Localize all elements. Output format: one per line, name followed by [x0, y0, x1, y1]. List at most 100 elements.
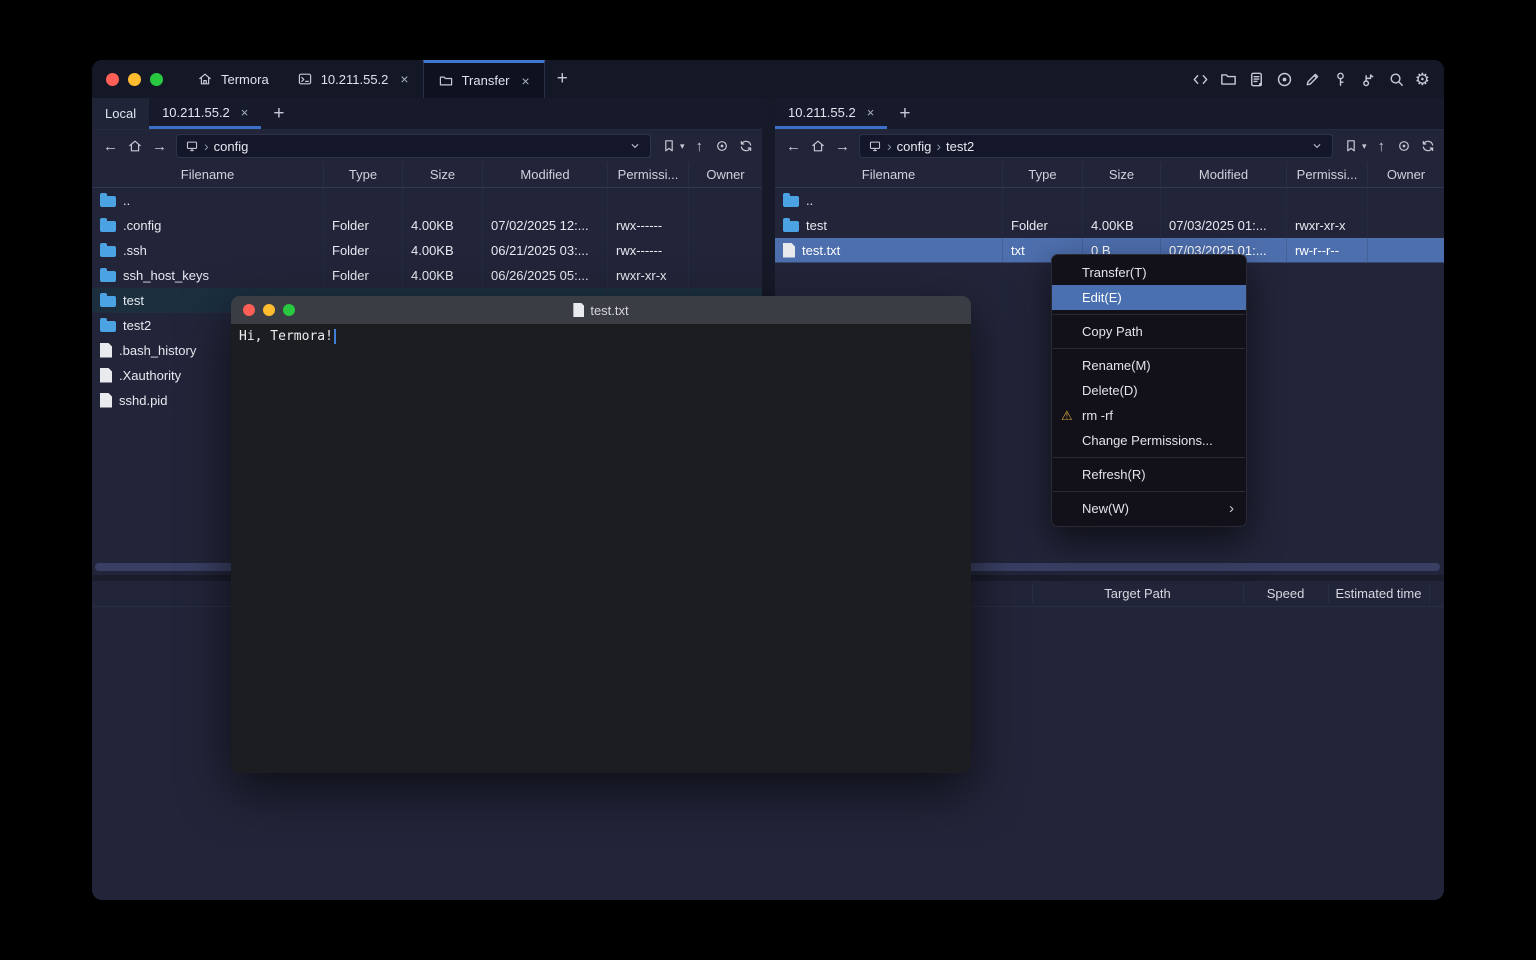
tab-right-host[interactable]: 10.211.55.2 ×: [775, 98, 887, 129]
column-header[interactable]: Target Path: [1032, 581, 1243, 606]
column-header[interactable]: Owner: [1368, 162, 1444, 187]
left-new-tab-button[interactable]: +: [261, 98, 296, 129]
tab-termora[interactable]: Termora: [183, 60, 283, 98]
menu-item-transfer[interactable]: Transfer(T): [1052, 260, 1246, 285]
menu-item-change-permissions[interactable]: Change Permissions...: [1052, 428, 1246, 453]
close-icon[interactable]: ×: [867, 105, 875, 120]
column-header[interactable]: Owner: [689, 162, 762, 187]
folder-icon: [783, 196, 799, 207]
table-row[interactable]: test Folder 4.00KB 07/03/2025 01:... rwx…: [775, 213, 1444, 238]
path-segment[interactable]: config: [897, 139, 932, 154]
menu-item-edit[interactable]: Edit(E): [1052, 285, 1246, 310]
column-header[interactable]: Type: [1003, 162, 1083, 187]
menu-item-copy-path[interactable]: Copy Path: [1052, 319, 1246, 344]
back-icon[interactable]: ←: [783, 138, 804, 155]
path-segment[interactable]: config: [214, 139, 249, 154]
bookmark-caret-icon[interactable]: ▾: [1362, 141, 1367, 152]
tab-label: Transfer: [462, 73, 510, 88]
column-header[interactable]: Permissi...: [608, 162, 689, 187]
cell-type: Folder: [324, 213, 403, 237]
close-icon[interactable]: ×: [241, 105, 249, 120]
refresh-icon[interactable]: [738, 138, 754, 154]
menu-item-rename[interactable]: Rename(M): [1052, 353, 1246, 378]
keychain-icon[interactable]: [1359, 70, 1378, 89]
column-header[interactable]: Size: [403, 162, 483, 187]
column-header[interactable]: Modified: [1161, 162, 1287, 187]
minimize-window-button[interactable]: [128, 73, 141, 86]
column-header[interactable]: Speed: [1243, 581, 1328, 606]
column-header[interactable]: Size: [1083, 162, 1161, 187]
filename: test2: [123, 318, 151, 333]
column-header[interactable]: Filename: [92, 162, 324, 187]
cell-size: 4.00KB: [403, 263, 483, 287]
path-separator: ›: [887, 138, 892, 154]
column-header[interactable]: Permissi...: [1287, 162, 1368, 187]
table-row[interactable]: ..: [92, 188, 762, 213]
bookmark-icon[interactable]: [1343, 138, 1359, 154]
editor-window: test.txt Hi, Termora!: [231, 296, 971, 773]
context-menu: Transfer(T) Edit(E) Copy Path Rename(M) …: [1051, 254, 1247, 527]
show-hidden-icon[interactable]: [714, 138, 730, 154]
back-icon[interactable]: ←: [100, 138, 121, 155]
editor-content[interactable]: Hi, Termora!: [231, 324, 971, 773]
right-path-bar[interactable]: › config › test2: [859, 134, 1333, 158]
cell-owner: [689, 238, 762, 262]
settings-icon[interactable]: ⚙: [1415, 71, 1430, 88]
table-row[interactable]: .config Folder 4.00KB 07/02/2025 12:... …: [92, 213, 762, 238]
table-row[interactable]: .ssh Folder 4.00KB 06/21/2025 03:... rwx…: [92, 238, 762, 263]
close-icon[interactable]: ×: [400, 71, 408, 87]
parent-directory-icon[interactable]: ↑: [1375, 138, 1389, 155]
key-icon[interactable]: [1331, 70, 1350, 89]
chevron-down-icon[interactable]: [628, 139, 642, 153]
close-window-button[interactable]: [106, 73, 119, 86]
parent-directory-icon[interactable]: ↑: [693, 138, 707, 155]
tab-local[interactable]: Local: [92, 98, 149, 129]
home-icon[interactable]: [810, 138, 826, 154]
editor-zoom-button[interactable]: [283, 304, 295, 316]
refresh-icon[interactable]: [1420, 138, 1436, 154]
table-row[interactable]: ssh_host_keys Folder 4.00KB 06/26/2025 0…: [92, 263, 762, 288]
zoom-window-button[interactable]: [150, 73, 163, 86]
menu-item-delete[interactable]: Delete(D): [1052, 378, 1246, 403]
new-tab-button[interactable]: +: [545, 60, 580, 98]
table-row[interactable]: ..: [775, 188, 1444, 213]
bookmark-caret-icon[interactable]: ▾: [680, 141, 685, 152]
column-header[interactable]: Modified: [483, 162, 608, 187]
editor-minimize-button[interactable]: [263, 304, 275, 316]
show-hidden-icon[interactable]: [1396, 138, 1412, 154]
right-new-tab-button[interactable]: +: [887, 98, 922, 129]
record-icon[interactable]: [1275, 70, 1294, 89]
home-icon[interactable]: [127, 138, 143, 154]
pencil-icon[interactable]: [1303, 70, 1322, 89]
column-header[interactable]: Filename: [775, 162, 1003, 187]
left-panel-tabs: Local 10.211.55.2 × +: [92, 98, 762, 130]
chevron-down-icon[interactable]: [1310, 139, 1324, 153]
log-icon[interactable]: [1247, 70, 1266, 89]
folder-icon[interactable]: [1219, 70, 1238, 89]
tab-left-host[interactable]: 10.211.55.2 ×: [149, 98, 261, 129]
forward-icon[interactable]: →: [149, 138, 170, 155]
path-separator: ›: [936, 138, 941, 154]
cell-modified: 07/02/2025 12:...: [483, 213, 608, 237]
tab-host[interactable]: 10.211.55.2 ×: [283, 60, 423, 98]
submenu-chevron-icon: ›: [1229, 500, 1234, 517]
search-icon[interactable]: [1387, 70, 1406, 89]
cell-type: [324, 188, 403, 212]
menu-item-rm-rf[interactable]: ⚠ rm -rf: [1052, 403, 1246, 428]
bookmark-icon[interactable]: [661, 138, 677, 154]
column-header[interactable]: Type: [324, 162, 403, 187]
menu-separator: [1053, 457, 1245, 458]
left-path-bar[interactable]: › config: [176, 134, 651, 158]
path-segment[interactable]: test2: [946, 139, 974, 154]
code-icon[interactable]: [1191, 70, 1210, 89]
close-icon[interactable]: ×: [522, 73, 530, 89]
forward-icon[interactable]: →: [832, 138, 853, 155]
column-header[interactable]: Estimated time: [1328, 581, 1429, 606]
cell-size: 4.00KB: [1083, 213, 1161, 237]
tab-transfer[interactable]: Transfer ×: [423, 60, 545, 98]
menu-item-new[interactable]: New(W) ›: [1052, 496, 1246, 521]
editor-close-button[interactable]: [243, 304, 255, 316]
menu-item-refresh[interactable]: Refresh(R): [1052, 462, 1246, 487]
warning-icon: ⚠: [1061, 408, 1073, 424]
editor-titlebar[interactable]: test.txt: [231, 296, 971, 324]
